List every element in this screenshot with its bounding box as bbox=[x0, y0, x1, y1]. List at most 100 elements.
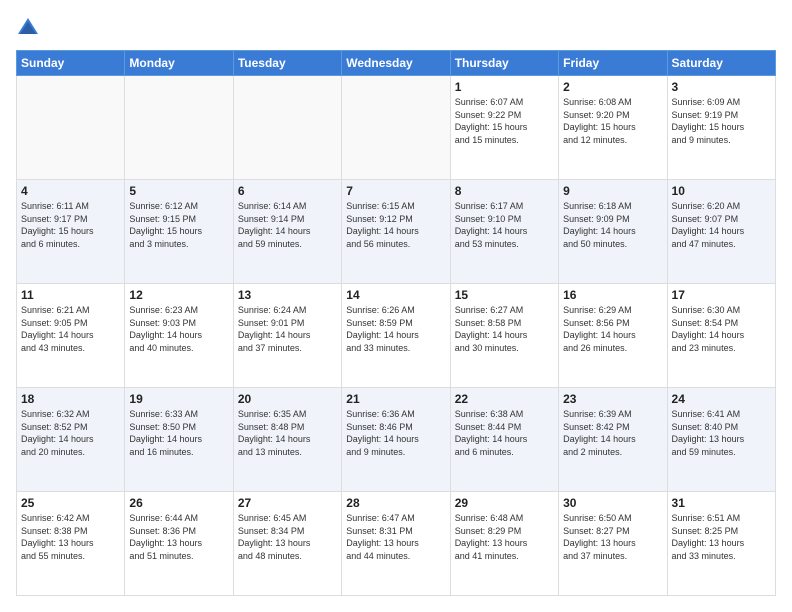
day-info: Sunrise: 6:47 AM Sunset: 8:31 PM Dayligh… bbox=[346, 512, 445, 562]
day-number: 31 bbox=[672, 496, 771, 510]
calendar-cell: 17 Sunrise: 6:30 AM Sunset: 8:54 PM Dayli… bbox=[667, 284, 775, 388]
day-info: Sunrise: 6:38 AM Sunset: 8:44 PM Dayligh… bbox=[455, 408, 554, 458]
day-info: Sunrise: 6:15 AM Sunset: 9:12 PM Dayligh… bbox=[346, 200, 445, 250]
day-number: 28 bbox=[346, 496, 445, 510]
day-info: Sunrise: 6:41 AM Sunset: 8:40 PM Dayligh… bbox=[672, 408, 771, 458]
week-row-4: 18 Sunrise: 6:32 AM Sunset: 8:52 PM Dayli… bbox=[17, 388, 776, 492]
calendar: SundayMondayTuesdayWednesdayThursdayFrid… bbox=[16, 50, 776, 596]
calendar-cell: 18 Sunrise: 6:32 AM Sunset: 8:52 PM Dayli… bbox=[17, 388, 125, 492]
day-number: 14 bbox=[346, 288, 445, 302]
day-header-monday: Monday bbox=[125, 51, 233, 76]
day-info: Sunrise: 6:45 AM Sunset: 8:34 PM Dayligh… bbox=[238, 512, 337, 562]
day-number: 23 bbox=[563, 392, 662, 406]
day-info: Sunrise: 6:14 AM Sunset: 9:14 PM Dayligh… bbox=[238, 200, 337, 250]
calendar-cell: 28 Sunrise: 6:47 AM Sunset: 8:31 PM Dayli… bbox=[342, 492, 450, 596]
calendar-cell: 15Sunrise: 6:27 AM Sunset: 8:58 PM Dayli… bbox=[450, 284, 558, 388]
day-info: Sunrise: 6:21 AM Sunset: 9:05 PM Dayligh… bbox=[21, 304, 120, 354]
day-info: Sunrise: 6:51 AM Sunset: 8:25 PM Dayligh… bbox=[672, 512, 771, 562]
calendar-cell: 14 Sunrise: 6:26 AM Sunset: 8:59 PM Dayli… bbox=[342, 284, 450, 388]
day-number: 6 bbox=[238, 184, 337, 198]
calendar-cell bbox=[125, 76, 233, 180]
calendar-cell: 3Sunrise: 6:09 AM Sunset: 9:19 PM Daylig… bbox=[667, 76, 775, 180]
day-number: 20 bbox=[238, 392, 337, 406]
day-info: Sunrise: 6:33 AM Sunset: 8:50 PM Dayligh… bbox=[129, 408, 228, 458]
day-header-tuesday: Tuesday bbox=[233, 51, 341, 76]
week-row-2: 4 Sunrise: 6:11 AM Sunset: 9:17 PM Daylig… bbox=[17, 180, 776, 284]
day-number: 25 bbox=[21, 496, 120, 510]
day-number: 4 bbox=[21, 184, 120, 198]
day-info: Sunrise: 6:08 AM Sunset: 9:20 PM Dayligh… bbox=[563, 96, 662, 146]
day-info: Sunrise: 6:07 AM Sunset: 9:22 PM Dayligh… bbox=[455, 96, 554, 146]
day-info: Sunrise: 6:42 AM Sunset: 8:38 PM Dayligh… bbox=[21, 512, 120, 562]
header bbox=[16, 16, 776, 40]
day-number: 2 bbox=[563, 80, 662, 94]
day-number: 1 bbox=[455, 80, 554, 94]
calendar-cell bbox=[342, 76, 450, 180]
day-info: Sunrise: 6:23 AM Sunset: 9:03 PM Dayligh… bbox=[129, 304, 228, 354]
day-info: Sunrise: 6:32 AM Sunset: 8:52 PM Dayligh… bbox=[21, 408, 120, 458]
day-info: Sunrise: 6:48 AM Sunset: 8:29 PM Dayligh… bbox=[455, 512, 554, 562]
calendar-cell: 16 Sunrise: 6:29 AM Sunset: 8:56 PM Dayli… bbox=[559, 284, 667, 388]
calendar-cell: 30 Sunrise: 6:50 AM Sunset: 8:27 PM Dayli… bbox=[559, 492, 667, 596]
calendar-cell: 20 Sunrise: 6:35 AM Sunset: 8:48 PM Dayli… bbox=[233, 388, 341, 492]
calendar-cell: 24Sunrise: 6:41 AM Sunset: 8:40 PM Dayli… bbox=[667, 388, 775, 492]
calendar-cell bbox=[233, 76, 341, 180]
calendar-cell: 6 Sunrise: 6:14 AM Sunset: 9:14 PM Daylig… bbox=[233, 180, 341, 284]
day-info: Sunrise: 6:27 AM Sunset: 8:58 PM Dayligh… bbox=[455, 304, 554, 354]
calendar-cell: 21 Sunrise: 6:36 AM Sunset: 8:46 PM Dayli… bbox=[342, 388, 450, 492]
day-info: Sunrise: 6:29 AM Sunset: 8:56 PM Dayligh… bbox=[563, 304, 662, 354]
calendar-cell: 7 Sunrise: 6:15 AM Sunset: 9:12 PM Daylig… bbox=[342, 180, 450, 284]
calendar-cell: 9Sunrise: 6:18 AM Sunset: 9:09 PM Daylig… bbox=[559, 180, 667, 284]
day-number: 21 bbox=[346, 392, 445, 406]
calendar-cell: 2 Sunrise: 6:08 AM Sunset: 9:20 PM Daylig… bbox=[559, 76, 667, 180]
day-number: 29 bbox=[455, 496, 554, 510]
week-row-5: 25 Sunrise: 6:42 AM Sunset: 8:38 PM Dayli… bbox=[17, 492, 776, 596]
day-info: Sunrise: 6:26 AM Sunset: 8:59 PM Dayligh… bbox=[346, 304, 445, 354]
page: SundayMondayTuesdayWednesdayThursdayFrid… bbox=[0, 0, 792, 612]
day-number: 11 bbox=[21, 288, 120, 302]
day-info: Sunrise: 6:17 AM Sunset: 9:10 PM Dayligh… bbox=[455, 200, 554, 250]
calendar-cell: 5 Sunrise: 6:12 AM Sunset: 9:15 PM Daylig… bbox=[125, 180, 233, 284]
calendar-cell: 19 Sunrise: 6:33 AM Sunset: 8:50 PM Dayli… bbox=[125, 388, 233, 492]
calendar-cell: 29 Sunrise: 6:48 AM Sunset: 8:29 PM Dayli… bbox=[450, 492, 558, 596]
day-info: Sunrise: 6:11 AM Sunset: 9:17 PM Dayligh… bbox=[21, 200, 120, 250]
day-header-friday: Friday bbox=[559, 51, 667, 76]
calendar-cell: 25 Sunrise: 6:42 AM Sunset: 8:38 PM Dayli… bbox=[17, 492, 125, 596]
day-number: 12 bbox=[129, 288, 228, 302]
day-info: Sunrise: 6:12 AM Sunset: 9:15 PM Dayligh… bbox=[129, 200, 228, 250]
calendar-cell: 12 Sunrise: 6:23 AM Sunset: 9:03 PM Dayli… bbox=[125, 284, 233, 388]
calendar-cell: 11 Sunrise: 6:21 AM Sunset: 9:05 PM Dayli… bbox=[17, 284, 125, 388]
day-info: Sunrise: 6:44 AM Sunset: 8:36 PM Dayligh… bbox=[129, 512, 228, 562]
day-info: Sunrise: 6:36 AM Sunset: 8:46 PM Dayligh… bbox=[346, 408, 445, 458]
calendar-cell: 22 Sunrise: 6:38 AM Sunset: 8:44 PM Dayli… bbox=[450, 388, 558, 492]
day-info: Sunrise: 6:09 AM Sunset: 9:19 PM Dayligh… bbox=[672, 96, 771, 146]
day-number: 26 bbox=[129, 496, 228, 510]
day-info: Sunrise: 6:20 AM Sunset: 9:07 PM Dayligh… bbox=[672, 200, 771, 250]
day-number: 18 bbox=[21, 392, 120, 406]
logo bbox=[16, 16, 44, 40]
day-number: 22 bbox=[455, 392, 554, 406]
day-number: 16 bbox=[563, 288, 662, 302]
calendar-cell: 8Sunrise: 6:17 AM Sunset: 9:10 PM Daylig… bbox=[450, 180, 558, 284]
day-number: 30 bbox=[563, 496, 662, 510]
day-info: Sunrise: 6:35 AM Sunset: 8:48 PM Dayligh… bbox=[238, 408, 337, 458]
day-header-wednesday: Wednesday bbox=[342, 51, 450, 76]
day-info: Sunrise: 6:30 AM Sunset: 8:54 PM Dayligh… bbox=[672, 304, 771, 354]
day-number: 19 bbox=[129, 392, 228, 406]
calendar-cell bbox=[17, 76, 125, 180]
calendar-cell: 26 Sunrise: 6:44 AM Sunset: 8:36 PM Dayli… bbox=[125, 492, 233, 596]
week-row-3: 11 Sunrise: 6:21 AM Sunset: 9:05 PM Dayli… bbox=[17, 284, 776, 388]
calendar-cell: 4 Sunrise: 6:11 AM Sunset: 9:17 PM Daylig… bbox=[17, 180, 125, 284]
day-number: 7 bbox=[346, 184, 445, 198]
day-number: 27 bbox=[238, 496, 337, 510]
day-info: Sunrise: 6:50 AM Sunset: 8:27 PM Dayligh… bbox=[563, 512, 662, 562]
day-number: 17 bbox=[672, 288, 771, 302]
day-number: 10 bbox=[672, 184, 771, 198]
day-number: 9 bbox=[563, 184, 662, 198]
calendar-cell: 23Sunrise: 6:39 AM Sunset: 8:42 PM Dayli… bbox=[559, 388, 667, 492]
day-header-thursday: Thursday bbox=[450, 51, 558, 76]
day-number: 13 bbox=[238, 288, 337, 302]
day-number: 5 bbox=[129, 184, 228, 198]
header-row: SundayMondayTuesdayWednesdayThursdayFrid… bbox=[17, 51, 776, 76]
calendar-cell: 1 Sunrise: 6:07 AM Sunset: 9:22 PM Daylig… bbox=[450, 76, 558, 180]
